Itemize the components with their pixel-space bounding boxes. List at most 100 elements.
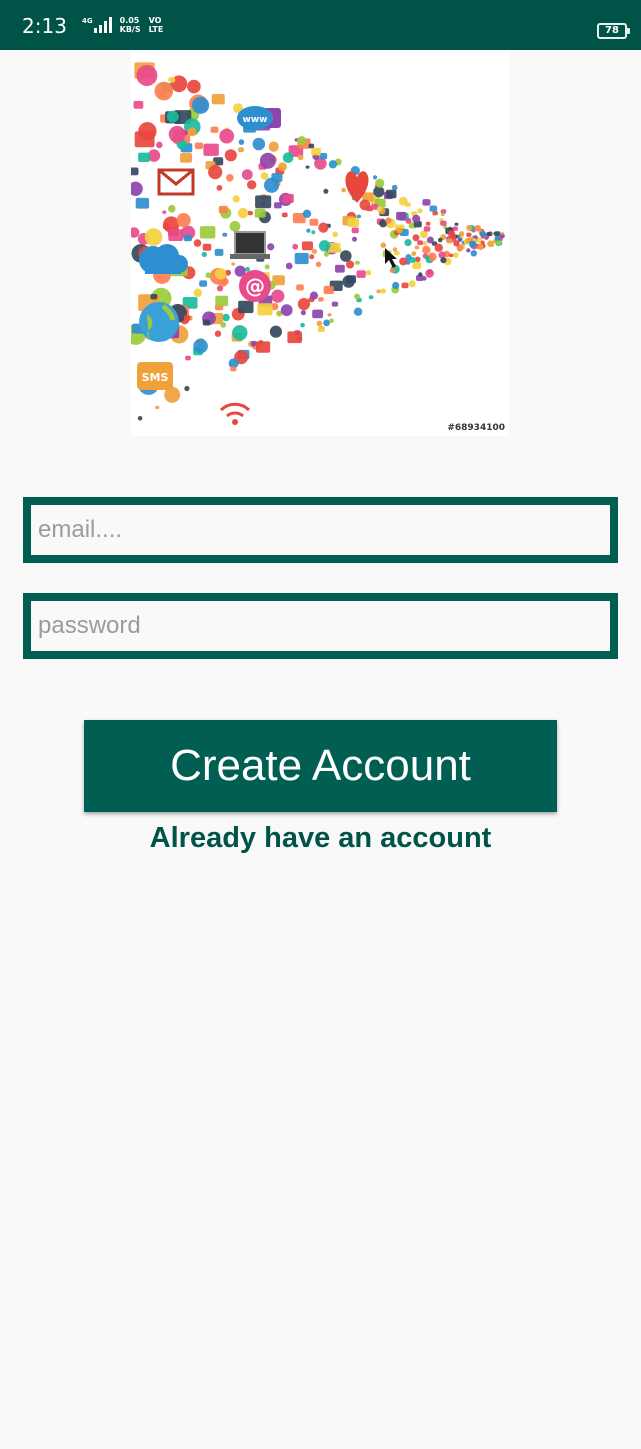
decorative-shape xyxy=(176,213,191,228)
decorative-shape xyxy=(280,304,293,317)
decorative-shape xyxy=(296,284,304,291)
decorative-shape xyxy=(297,298,310,311)
decorative-shape xyxy=(309,218,319,226)
decorative-shape xyxy=(347,217,360,227)
email-field[interactable] xyxy=(23,497,618,563)
decorative-shape xyxy=(144,228,163,246)
svg-text:@: @ xyxy=(245,274,265,298)
decorative-shape xyxy=(185,355,191,361)
decorative-shape xyxy=(408,280,416,288)
decorative-shape xyxy=(154,81,174,101)
decorative-shape xyxy=(477,243,484,251)
decorative-shape xyxy=(257,303,273,316)
decorative-shape xyxy=(375,178,385,188)
decorative-shape xyxy=(137,416,143,421)
decorative-shape xyxy=(301,241,313,251)
decorative-shape xyxy=(353,307,363,316)
decorative-shape xyxy=(448,253,454,258)
hero-image: @ SMS www #68934100 xyxy=(131,50,509,436)
decorative-shape xyxy=(268,141,279,152)
decorative-shape xyxy=(302,209,312,218)
decorative-shape xyxy=(260,172,269,180)
decorative-shape xyxy=(259,152,276,169)
decorative-shape xyxy=(267,243,275,251)
decorative-shape xyxy=(389,268,396,273)
decorative-shape xyxy=(494,236,501,241)
decorative-shape xyxy=(131,167,139,176)
battery-icon: 78 xyxy=(597,23,630,39)
data-rate-value: 0.05 xyxy=(119,16,140,25)
decorative-shape xyxy=(335,264,345,273)
decorative-shape xyxy=(346,275,357,284)
decorative-shape xyxy=(323,188,329,194)
decorative-shape xyxy=(287,331,302,344)
create-account-button[interactable]: Create Account xyxy=(84,720,557,812)
decorative-shape xyxy=(331,301,339,307)
decorative-shape xyxy=(278,162,287,172)
email-input[interactable] xyxy=(31,505,610,555)
decorative-shape xyxy=(224,149,237,162)
decorative-shape xyxy=(238,139,245,145)
decorative-shape xyxy=(422,240,428,246)
already-have-account-link[interactable]: Already have an account xyxy=(0,822,641,855)
decorative-shape xyxy=(332,231,338,238)
decorative-shape xyxy=(255,195,272,209)
decorative-shape xyxy=(297,136,307,146)
laptop-icon xyxy=(230,231,270,259)
decorative-shape xyxy=(385,217,392,224)
decorative-shape xyxy=(359,199,371,211)
decorative-shape xyxy=(226,174,234,182)
decorative-shape xyxy=(194,142,203,150)
decorative-shape xyxy=(420,230,428,239)
decorative-shape xyxy=(156,141,163,149)
decorative-shape xyxy=(380,242,387,248)
decorative-shape xyxy=(392,281,400,290)
decorative-shape xyxy=(232,195,240,203)
decorative-shape xyxy=(392,247,398,252)
decorative-shape xyxy=(229,220,241,232)
decorative-shape xyxy=(168,125,186,143)
decorative-shape xyxy=(271,289,285,303)
decorative-shape xyxy=(254,208,266,218)
decorative-shape xyxy=(294,252,309,265)
decorative-shape xyxy=(166,110,179,123)
volte-top: VO xyxy=(148,16,162,25)
decorative-shape xyxy=(309,291,319,300)
decorative-shape xyxy=(440,220,447,226)
cloud-icon xyxy=(139,244,188,274)
decorative-shape xyxy=(373,175,378,180)
cellular-signal-icon: 4G xyxy=(82,17,112,33)
decorative-shape xyxy=(220,322,227,328)
decorative-shape xyxy=(340,250,352,262)
status-icons: 4G 0.05 KB/S VO LTE xyxy=(82,12,163,38)
decorative-shape xyxy=(417,240,423,246)
decorative-shape xyxy=(434,243,443,252)
decorative-shape xyxy=(323,251,330,257)
decorative-shape xyxy=(187,127,197,137)
decorative-shape xyxy=(432,211,438,216)
decorative-shape xyxy=(351,227,359,234)
decorative-shape xyxy=(238,300,254,314)
decorative-shape xyxy=(184,385,190,392)
decorative-shape xyxy=(305,165,310,169)
decorative-shape xyxy=(412,214,421,223)
decorative-shape xyxy=(162,210,167,214)
decorative-shape xyxy=(162,222,170,230)
password-input[interactable] xyxy=(31,601,610,651)
decorative-shape xyxy=(311,230,316,235)
decorative-shape xyxy=(412,262,422,270)
decorative-shape xyxy=(429,205,438,212)
decorative-shape xyxy=(425,221,431,226)
volte-bottom: LTE xyxy=(148,25,164,34)
password-field[interactable] xyxy=(23,593,618,659)
decorative-shape xyxy=(202,319,211,326)
decorative-shape xyxy=(300,322,305,328)
decorative-shape xyxy=(425,269,434,278)
status-bar: 2:13 4G 0.05 KB/S VO LTE 78 xyxy=(0,0,641,50)
decorative-shape xyxy=(323,285,334,295)
decorative-shape xyxy=(469,240,477,248)
decorative-shape xyxy=(356,214,361,219)
decorative-shape xyxy=(414,245,420,250)
decorative-shape xyxy=(327,313,332,317)
decorative-shape xyxy=(437,237,443,243)
